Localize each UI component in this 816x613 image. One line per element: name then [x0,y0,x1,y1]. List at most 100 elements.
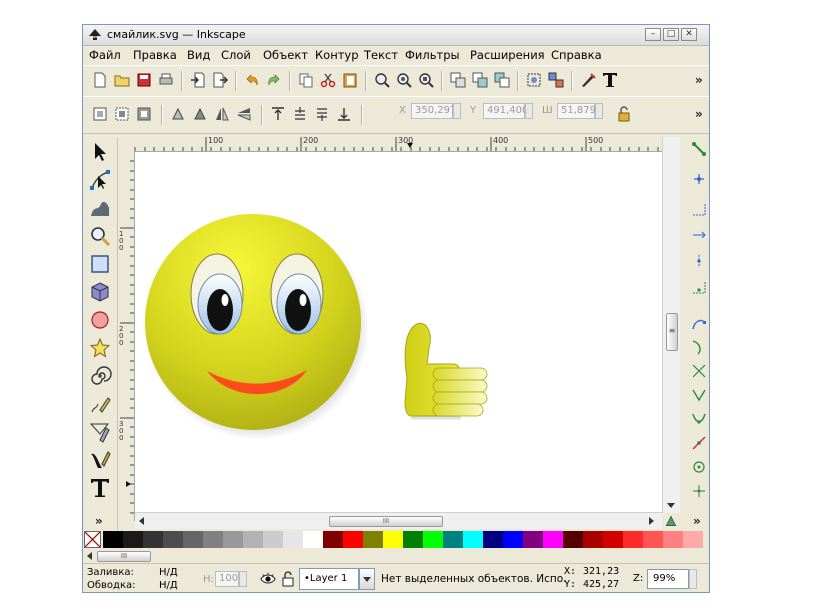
snap-midpoints-icon[interactable] [690,434,708,452]
layer-visibility-eye-icon[interactable] [259,571,277,587]
snap-bbox-center-icon[interactable] [690,278,708,296]
palette-swatch[interactable] [383,531,403,548]
snap-bbox-icon[interactable] [690,170,708,188]
group-icon[interactable] [525,71,543,89]
snap-smooth-nodes-icon[interactable] [690,410,708,428]
3d-box-tool-icon[interactable] [88,280,112,304]
snap-intersections-icon[interactable] [690,362,708,380]
selector-tool-icon[interactable] [88,140,112,164]
redo-icon[interactable] [265,71,283,89]
import-icon[interactable] [189,71,207,89]
palette-swatch[interactable] [363,531,383,548]
horizontal-scroll-thumb[interactable]: III [329,516,443,527]
palette-swatch[interactable] [163,531,183,548]
copy-icon[interactable] [297,71,315,89]
fill-stroke-icon[interactable] [579,71,597,89]
palette-swatch[interactable] [583,531,603,548]
pencil-tool-icon[interactable] [88,392,112,416]
undo-icon[interactable] [243,71,261,89]
zoom-page-icon[interactable] [417,71,435,89]
new-document-icon[interactable] [91,71,109,89]
snap-bbox-midpoint-icon[interactable] [690,252,708,270]
palette-swatch[interactable] [623,531,643,548]
color-manage-icon[interactable] [663,514,679,528]
lower-to-bottom-icon[interactable] [335,105,353,123]
menu-help[interactable]: Справка [551,48,602,62]
text-tool-icon[interactable] [88,476,112,500]
palette-swatch[interactable] [303,531,323,548]
node-tool-icon[interactable] [88,168,112,192]
opacity-field[interactable]: 100 [215,571,239,587]
palette-swatch[interactable] [443,531,463,548]
width-field[interactable]: 51,879 [557,103,596,119]
pen-tool-icon[interactable] [88,420,112,444]
duplicate-icon[interactable] [449,71,467,89]
palette-swatch[interactable] [203,531,223,548]
ellipse-tool-icon[interactable] [88,308,112,332]
layer-dropdown[interactable]: •Layer 1 [299,568,359,590]
clone-icon[interactable] [471,71,489,89]
invert-selection-icon[interactable] [135,105,153,123]
layer-dropdown-toggle[interactable] [359,568,375,590]
export-icon[interactable] [211,71,229,89]
palette-swatch[interactable] [103,531,123,548]
open-folder-icon[interactable] [113,71,131,89]
palette-swatch[interactable] [323,531,343,548]
menu-path[interactable]: Контур [315,48,359,62]
lower-icon[interactable] [313,105,331,123]
drawing-canvas[interactable] [135,152,662,513]
palette-swatch[interactable] [343,531,363,548]
toolbar-overflow-button[interactable]: » [695,73,703,87]
rectangle-tool-icon[interactable] [88,252,112,276]
palette-swatch[interactable] [223,531,243,548]
raise-to-top-icon[interactable] [269,105,287,123]
menu-extensions[interactable]: Расширения [470,48,545,62]
menu-file[interactable]: Файл [89,48,121,62]
palette-swatch[interactable] [423,531,443,548]
palette-scroll-left-icon[interactable] [87,552,92,560]
x-spinner[interactable] [453,103,461,119]
palette-swatch[interactable] [663,531,683,548]
minimize-button[interactable]: – [645,28,661,41]
scroll-right-arrow-icon[interactable] [649,517,654,525]
zoom-field[interactable]: 99% [647,569,689,589]
palette-swatch[interactable] [123,531,143,548]
cut-icon[interactable] [319,71,337,89]
calligraphy-tool-icon[interactable] [88,448,112,472]
controls-overflow-button[interactable]: » [695,107,703,121]
snap-bbox-corner-icon[interactable] [690,226,708,244]
rotate-ccw-icon[interactable] [169,105,187,123]
unlink-clone-icon[interactable] [493,71,511,89]
zoom-drawing-icon[interactable] [395,71,413,89]
close-button[interactable]: ✕ [681,28,697,41]
raise-icon[interactable] [291,105,309,123]
fill-value[interactable]: Н/Д [159,567,178,578]
flip-vertical-icon[interactable] [235,105,253,123]
zoom-tool-icon[interactable] [88,224,112,248]
palette-scroll-thumb[interactable]: III [97,551,151,562]
palette-swatch[interactable] [523,531,543,548]
x-coordinate-field[interactable]: 350,297 [411,103,456,119]
y-coordinate-field[interactable]: 491,400 [483,103,528,119]
maximize-button[interactable]: □ [663,28,679,41]
save-icon[interactable] [135,71,153,89]
palette-swatch[interactable] [183,531,203,548]
paste-icon[interactable] [341,71,359,89]
smiley-face[interactable] [145,214,369,440]
snap-paths-icon[interactable] [690,338,708,356]
snap-toggle-icon[interactable] [690,140,708,158]
vertical-scroll-thumb[interactable]: ≡ [666,313,678,351]
menu-text[interactable]: Текст [364,48,398,62]
scroll-left-arrow-icon[interactable] [139,517,144,525]
palette-swatch[interactable] [243,531,263,548]
horizontal-scrollbar[interactable]: III [135,512,662,529]
no-paint-swatch[interactable] [84,531,101,548]
stroke-value[interactable]: Н/Д [159,580,178,591]
palette-swatch[interactable] [263,531,283,548]
flip-horizontal-icon[interactable] [213,105,231,123]
select-all-layers-icon[interactable] [113,105,131,123]
y-spinner[interactable] [525,103,533,119]
palette-swatch[interactable] [683,531,703,548]
palette-swatch[interactable] [283,531,303,548]
menu-layer[interactable]: Слой [221,48,251,62]
